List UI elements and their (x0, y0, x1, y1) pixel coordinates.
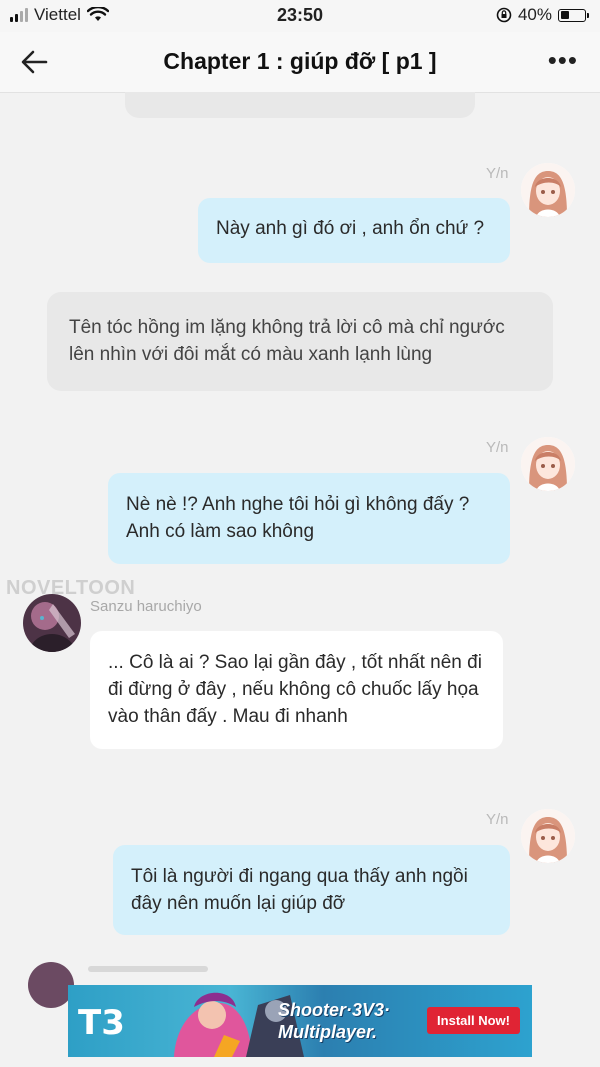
chapter-title: Chapter 1 : giúp đỡ [ p1 ] (163, 48, 437, 74)
message-bubble-yn: Này anh gì đó ơi , anh ổn chứ ? (198, 198, 510, 263)
install-now-button[interactable]: Install Now! (427, 1007, 520, 1034)
narration-bubble: Tên tóc hồng im lặng không trả lời cô mà… (47, 292, 553, 391)
battery-percent: 40% (517, 5, 552, 24)
girl-avatar-icon (521, 437, 575, 491)
ad-headline-line1: Shooter·3V3· (278, 1000, 391, 1020)
speaker-name: Sanzu haruchiyo (90, 598, 202, 615)
status-right: 40% (496, 5, 589, 25)
speaker-name: Y/n (486, 811, 509, 828)
ad-logo: T3 (78, 1003, 125, 1043)
speaker-name: Y/n (486, 439, 509, 456)
status-bar: Viettel 23:50 40% (0, 0, 600, 32)
ad-headline: Shooter·3V3· Multiplayer. (278, 999, 390, 1043)
watermark: NOVELTOON (6, 577, 136, 599)
girl-avatar-icon (521, 163, 575, 217)
message-bubble-yn: Nè nè !? Anh nghe tôi hỏi gì không đấy ?… (108, 473, 510, 564)
yn-avatar[interactable] (521, 163, 575, 217)
speaker-name: Y/n (486, 165, 509, 182)
girl-avatar-icon (521, 809, 575, 863)
orientation-lock-icon (496, 7, 512, 23)
battery-fill (560, 11, 570, 19)
character-avatar-icon (23, 594, 81, 652)
ad-headline-line2: Multiplayer. (278, 1022, 378, 1042)
battery-icon (558, 8, 589, 22)
chapter-header: Chapter 1 : giúp đỡ [ p1 ] ••• (0, 32, 600, 93)
yn-avatar[interactable] (521, 809, 575, 863)
more-options-icon[interactable]: ••• (548, 47, 578, 73)
ad-banner[interactable]: T3 Shooter·3V3· Multiplayer. Install Now! (68, 985, 532, 1057)
sanzu-avatar[interactable] (23, 594, 81, 652)
message-bubble-yn: Tôi là người đi ngang qua thấy anh ngồi … (113, 845, 510, 935)
next-speaker-partial (88, 966, 208, 972)
yn-avatar[interactable] (521, 437, 575, 491)
previous-bubble-edge (125, 92, 475, 118)
message-bubble-sanzu: ... Cô là ai ? Sao lại gần đây , tốt nhấ… (90, 631, 503, 749)
